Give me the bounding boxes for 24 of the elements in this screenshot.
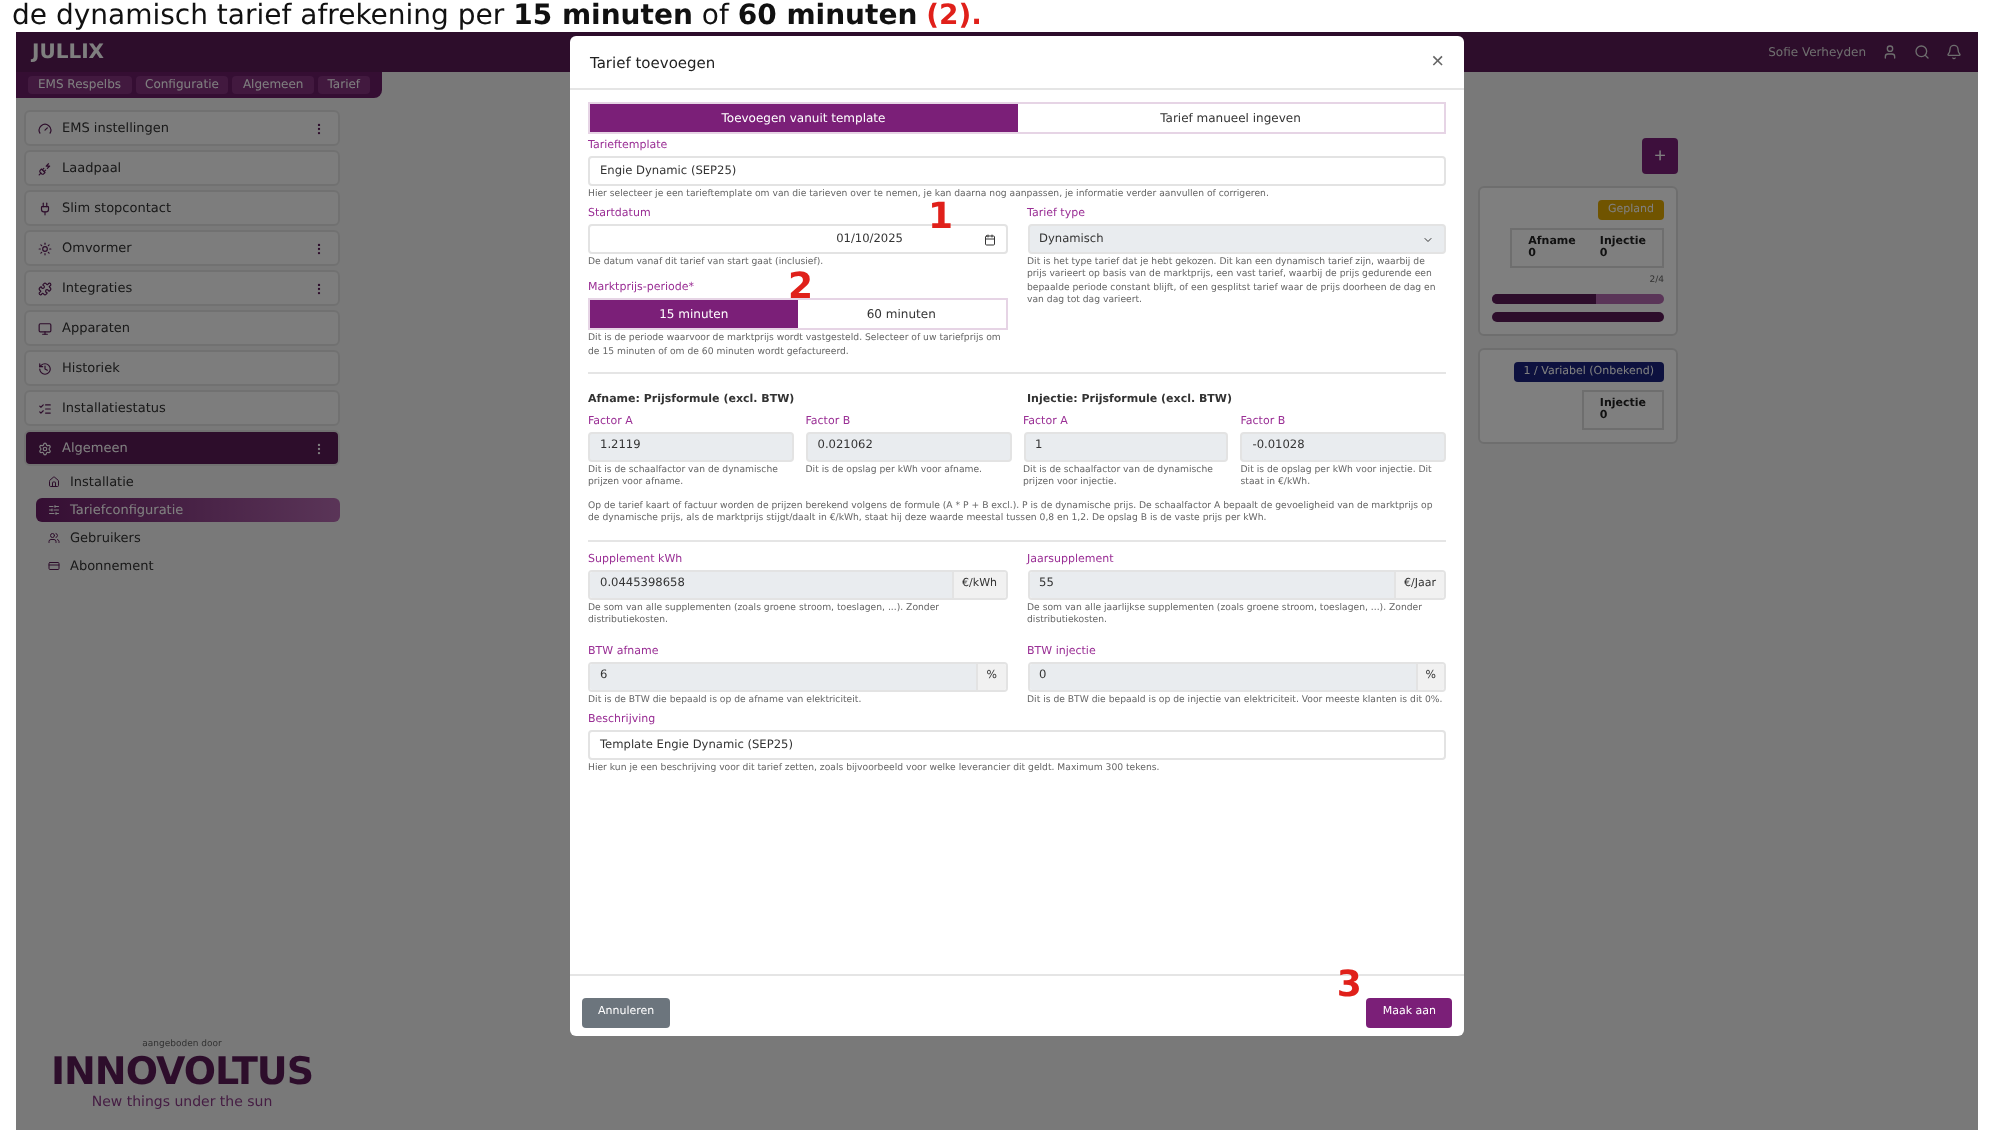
monitor-icon bbox=[38, 321, 52, 335]
brand-logo: INNOVOLTUS bbox=[50, 1050, 314, 1094]
plug-charger-icon bbox=[38, 161, 52, 175]
chevron-icon bbox=[1422, 233, 1434, 246]
search-icon[interactable] bbox=[1914, 44, 1930, 60]
bell-icon[interactable] bbox=[1946, 44, 1962, 60]
card-icon bbox=[48, 560, 60, 572]
close-button[interactable]: × bbox=[1431, 50, 1444, 74]
puzzle-icon bbox=[38, 281, 52, 295]
plug-icon bbox=[38, 201, 52, 215]
calendar-icon bbox=[983, 233, 995, 246]
sun-icon bbox=[38, 241, 52, 255]
caption-text: de dynamisch tarief afrekening per 15 minuten of 60 minuten (2). bbox=[10, 0, 984, 32]
gauge-icon bbox=[38, 121, 52, 135]
history-icon bbox=[38, 361, 52, 375]
settings-icon bbox=[38, 441, 52, 455]
annotation-number: 3 bbox=[1336, 968, 1362, 1005]
checklist-icon bbox=[38, 401, 52, 415]
users-icon bbox=[48, 532, 60, 544]
user-icon[interactable] bbox=[1882, 44, 1898, 60]
sliders-icon bbox=[48, 504, 60, 516]
add-button[interactable]: + bbox=[1642, 138, 1678, 174]
app-logo: JULLIX bbox=[32, 41, 105, 63]
home-icon bbox=[48, 476, 60, 488]
